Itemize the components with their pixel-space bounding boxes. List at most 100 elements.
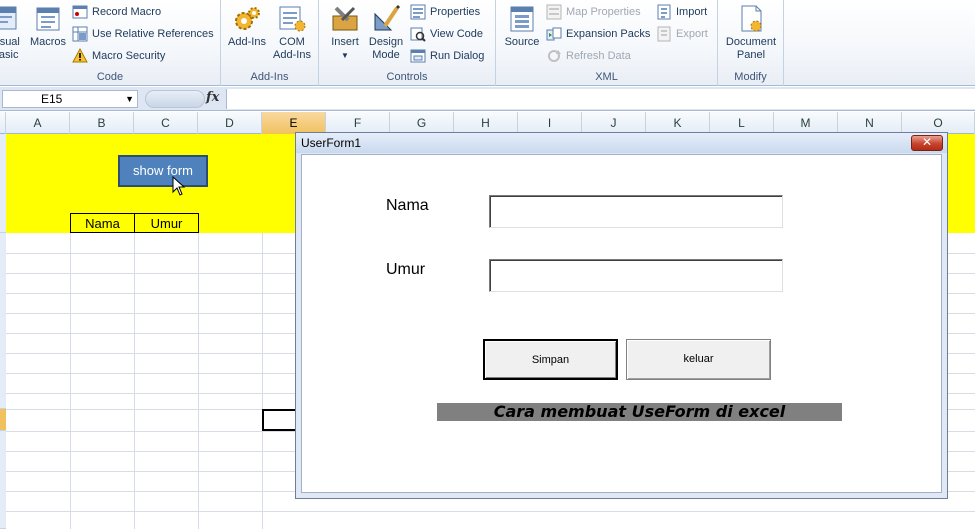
userform-window: UserForm1 ✕ Nama Umur Simpan keluar Cara… (295, 132, 948, 499)
addins-group-label: Add-Ins (250, 71, 289, 83)
formula-input[interactable] (226, 89, 975, 109)
row-header[interactable] (0, 431, 6, 529)
column-header[interactable]: A (6, 112, 70, 134)
run-dialog-icon (410, 49, 426, 63)
insert-button[interactable]: Insert ▼ (325, 4, 365, 62)
header-cell-umur[interactable]: Umur (134, 213, 199, 233)
gridline (70, 233, 71, 529)
column-header[interactable]: G (390, 112, 454, 134)
design-mode-button[interactable]: Design Mode (365, 4, 407, 62)
header-cell-nama[interactable]: Nama (70, 213, 135, 233)
column-header[interactable]: K (646, 112, 710, 134)
export-button[interactable]: Export (656, 25, 708, 43)
document-panel-button[interactable]: Document Panel (722, 4, 780, 62)
expansion-packs-button[interactable]: Expansion Packs (546, 25, 650, 43)
visual-basic-button[interactable]: Visual Basic (0, 4, 20, 62)
source-button[interactable]: Source (502, 4, 542, 49)
column-headers: A B C D E F G H I J K L M N O (0, 112, 975, 134)
design-mode-label: Design Mode (368, 36, 404, 61)
chevron-down-icon: ▼ (341, 51, 349, 60)
addins-button[interactable]: Add-Ins (227, 4, 267, 49)
chevron-down-icon[interactable]: ▼ (125, 91, 134, 107)
userform-client: Nama Umur Simpan keluar Cara membuat Use… (301, 154, 942, 493)
visual-basic-icon (0, 4, 20, 34)
column-header[interactable]: N (838, 112, 902, 134)
column-header[interactable]: D (198, 112, 262, 134)
view-code-icon (410, 27, 426, 42)
visual-basic-label: Visual Basic (0, 36, 20, 61)
design-mode-icon (371, 4, 401, 34)
modify-group: Document Panel Modify (718, 0, 784, 86)
code-group-label: Code (96, 71, 124, 83)
com-addins-label: COM Add-Ins (273, 36, 311, 61)
view-code-button[interactable]: View Code (410, 25, 483, 43)
com-addins-icon (277, 4, 307, 34)
umur-input[interactable] (489, 259, 783, 292)
column-header[interactable]: F (326, 112, 390, 134)
column-header[interactable]: B (70, 112, 134, 134)
import-button[interactable]: Import (656, 3, 707, 21)
column-header[interactable]: J (582, 112, 646, 134)
ribbon: Visual Basic Macros Record Macro Use Rel… (0, 0, 975, 86)
formula-bar-splitter[interactable] (145, 90, 205, 108)
relative-references-label: Use Relative References (92, 28, 214, 40)
macros-label: Macros (29, 36, 67, 48)
simpan-button[interactable]: Simpan (483, 339, 618, 380)
column-header[interactable]: C (134, 112, 198, 134)
document-panel-label: Document Panel (725, 36, 777, 61)
record-macro-icon (72, 5, 88, 19)
macro-security-label: Macro Security (92, 50, 166, 62)
umur-label: Umur (386, 261, 426, 278)
run-dialog-button[interactable]: Run Dialog (410, 47, 484, 65)
column-header-selected[interactable]: E (262, 112, 326, 134)
gridline (134, 233, 135, 529)
view-code-label: View Code (430, 28, 483, 40)
toolbox-icon (330, 4, 360, 34)
source-label: Source (504, 36, 540, 48)
addins-label: Add-Ins (228, 36, 266, 48)
row-header-selected[interactable] (0, 409, 6, 431)
nama-input[interactable] (489, 195, 783, 228)
gear-icon (232, 4, 262, 34)
insert-function-icon[interactable]: fx (206, 90, 219, 105)
import-icon (657, 4, 671, 20)
close-button[interactable]: ✕ (911, 135, 943, 151)
macros-button[interactable]: Macros (28, 4, 68, 49)
column-header[interactable]: L (710, 112, 774, 134)
row-header[interactable] (0, 134, 6, 233)
row-header[interactable] (0, 233, 6, 409)
column-header[interactable]: M (774, 112, 838, 134)
run-dialog-label: Run Dialog (430, 50, 485, 62)
nama-label: Nama (386, 197, 429, 214)
com-addins-button[interactable]: COM Add-Ins (271, 4, 313, 62)
relative-references-button[interactable]: Use Relative References (72, 25, 214, 43)
properties-button[interactable]: Properties (410, 3, 480, 21)
controls-group: Insert ▼ Design Mode Properties View Cod… (319, 0, 496, 86)
macro-security-button[interactable]: Macro Security (72, 47, 165, 65)
formula-bar: E15 ▼ fx (0, 87, 975, 111)
insert-label: Insert (331, 36, 359, 48)
export-label: Export (676, 28, 708, 40)
map-properties-button[interactable]: Map Properties (546, 3, 641, 21)
mouse-cursor-icon (172, 176, 186, 196)
modify-group-label: Modify (734, 71, 767, 83)
column-header[interactable]: H (454, 112, 518, 134)
column-header[interactable]: O (902, 112, 975, 134)
export-icon (657, 26, 671, 42)
column-header[interactable]: I (518, 112, 582, 134)
name-box[interactable]: E15 ▼ (2, 90, 138, 108)
keluar-button[interactable]: keluar (626, 339, 771, 380)
userform-title: UserForm1 (301, 136, 362, 150)
record-macro-button[interactable]: Record Macro (72, 3, 161, 21)
import-label: Import (676, 6, 708, 18)
show-form-button[interactable]: show form (118, 155, 208, 187)
gridline (6, 511, 975, 512)
refresh-data-button[interactable]: Refresh Data (546, 47, 631, 65)
xml-group: Source Map Properties Expansion Packs Re… (496, 0, 718, 86)
addins-group: Add-Ins COM Add-Ins Add-Ins (221, 0, 319, 86)
map-properties-icon (546, 4, 562, 20)
active-cell[interactable] (262, 409, 298, 431)
document-panel-icon (736, 4, 766, 34)
userform-titlebar[interactable]: UserForm1 ✕ (296, 133, 947, 153)
close-icon: ✕ (921, 135, 933, 149)
